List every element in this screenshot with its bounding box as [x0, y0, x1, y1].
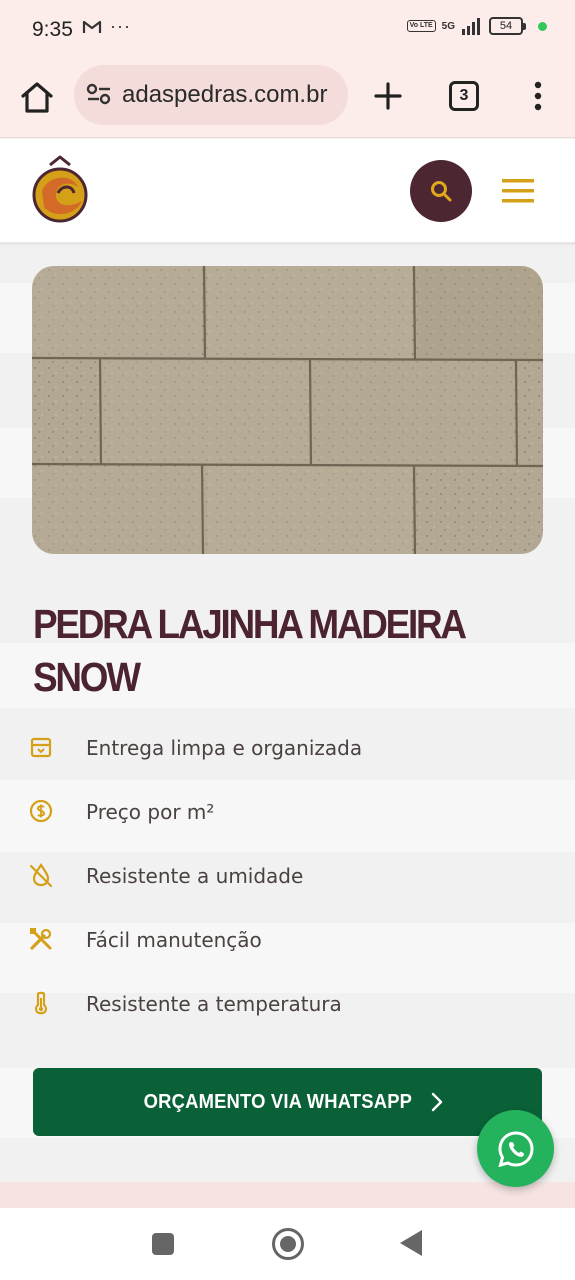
no-water-icon — [29, 863, 53, 888]
browser-toolbar: adaspedras.com.br 3 — [0, 58, 575, 138]
feature-label: Resistente a umidade — [86, 864, 304, 888]
product-title: PEDRA LAJINHA MADEIRA SNOW — [33, 601, 466, 700]
volte-icon: Vo LTE — [406, 20, 436, 32]
signal-icon — [462, 18, 480, 35]
list-item: Entrega limpa e organizada — [0, 728, 575, 768]
status-bar: 9:35 ··· Vo LTE 5G 54 — [0, 0, 575, 58]
url-text[interactable]: adaspedras.com.br — [122, 81, 327, 109]
back-button[interactable] — [400, 1230, 422, 1256]
hamburger-icon[interactable] — [502, 177, 534, 205]
whatsapp-icon — [497, 1130, 534, 1167]
list-item: Preço por m² — [0, 792, 575, 832]
home-icon[interactable] — [18, 78, 56, 116]
tools-icon — [30, 928, 52, 950]
dollar-icon — [29, 799, 53, 823]
more-vert-icon[interactable] — [528, 80, 548, 112]
battery-icon: 54 — [489, 17, 526, 35]
whatsapp-float-button[interactable] — [477, 1110, 554, 1187]
feature-label: Fácil manutenção — [86, 928, 262, 952]
new-tab-plus-icon[interactable] — [372, 80, 404, 112]
product-section: PEDRA LAJINHA MADEIRA SNOW Entrega limpa… — [0, 248, 575, 1206]
status-more-dots: ··· — [110, 16, 131, 36]
footer-strip — [0, 1182, 575, 1208]
home-button[interactable] — [272, 1228, 304, 1260]
list-item: Fácil manutenção — [0, 920, 575, 960]
privacy-dot-icon — [538, 21, 547, 31]
site-settings-icon[interactable] — [86, 83, 112, 105]
feature-label: Resistente a temperatura — [86, 992, 342, 1016]
search-icon — [431, 181, 452, 202]
thermometer-icon — [34, 991, 48, 1015]
cta-label: ORÇAMENTO VIA WHATSAPP — [143, 1090, 412, 1113]
battery-level: 54 — [489, 17, 523, 35]
tab-switcher-button[interactable]: 3 — [449, 81, 479, 111]
address-bar[interactable]: adaspedras.com.br — [74, 65, 348, 125]
recents-button[interactable] — [152, 1233, 174, 1255]
product-image — [32, 266, 543, 554]
system-nav-bar — [0, 1208, 575, 1280]
status-time: 9:35 — [32, 18, 73, 41]
whatsapp-quote-button[interactable]: ORÇAMENTO VIA WHATSAPP — [33, 1068, 542, 1136]
list-item: Resistente a umidade — [0, 856, 575, 896]
list-item: Resistente a temperatura — [0, 984, 575, 1024]
gmail-icon — [82, 20, 102, 33]
chevron-right-icon — [432, 1092, 443, 1112]
lion-logo-icon[interactable] — [28, 153, 92, 225]
network-type: 5G — [441, 20, 455, 32]
box-icon — [30, 737, 52, 758]
search-button[interactable] — [410, 160, 472, 222]
feature-label: Preço por m² — [86, 800, 215, 824]
status-indicators: Vo LTE 5G 54 — [406, 17, 547, 35]
site-header — [0, 139, 575, 245]
feature-label: Entrega limpa e organizada — [86, 736, 363, 760]
